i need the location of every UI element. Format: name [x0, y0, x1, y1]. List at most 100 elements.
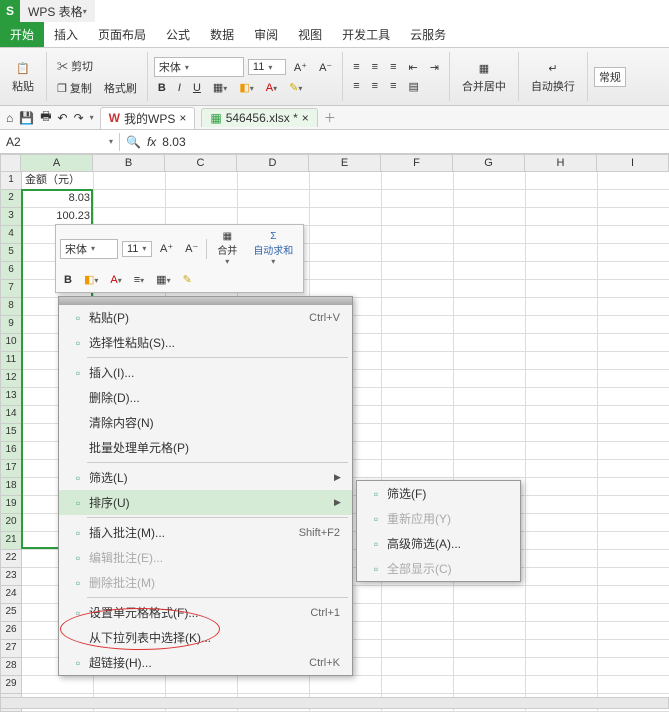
app-caret-icon[interactable]: ▾ — [83, 7, 87, 16]
cell-G25[interactable] — [454, 604, 526, 622]
new-tab-button[interactable]: ＋ — [324, 109, 336, 126]
cell-A29[interactable] — [22, 676, 94, 694]
row-header-21[interactable]: 21 — [0, 532, 22, 550]
col-header-B[interactable]: B — [93, 154, 165, 172]
tab-data[interactable]: 数据 — [200, 22, 244, 47]
tab-review[interactable]: 审阅 — [244, 22, 288, 47]
align-right-button[interactable]: ≡ — [386, 78, 400, 94]
cell-F15[interactable] — [382, 424, 454, 442]
cell-G4[interactable] — [454, 226, 526, 244]
cell-F12[interactable] — [382, 370, 454, 388]
name-box-caret-icon[interactable]: ▾ — [109, 137, 113, 146]
cell-I29[interactable] — [598, 676, 669, 694]
row-header-11[interactable]: 11 — [0, 352, 22, 370]
align-center-button[interactable]: ≡ — [368, 78, 382, 94]
cell-G1[interactable] — [454, 172, 526, 190]
cut-button[interactable]: ✂ 剪切 — [53, 56, 97, 76]
mini-merge-button[interactable]: ▦合并▾ — [211, 229, 243, 268]
mini-font-size[interactable]: 11▾ — [122, 241, 152, 257]
cell-I26[interactable] — [598, 622, 669, 640]
cell-G17[interactable] — [454, 460, 526, 478]
fx-search-icon[interactable]: 🔍 — [126, 135, 141, 149]
cell-H9[interactable] — [526, 316, 598, 334]
cell-C29[interactable] — [166, 676, 238, 694]
row-header-4[interactable]: 4 — [0, 226, 22, 244]
cell-G13[interactable] — [454, 388, 526, 406]
cell-F28[interactable] — [382, 658, 454, 676]
cell-G15[interactable] — [454, 424, 526, 442]
cell-F16[interactable] — [382, 442, 454, 460]
cell-I12[interactable] — [598, 370, 669, 388]
row-header-2[interactable]: 2 — [0, 190, 22, 208]
cell-H29[interactable] — [526, 676, 598, 694]
select-all-corner[interactable] — [0, 154, 21, 172]
cell-I10[interactable] — [598, 334, 669, 352]
qat-caret-icon[interactable]: ▾ — [90, 113, 94, 122]
close-tab-icon[interactable]: × — [302, 111, 309, 125]
merge-center-button[interactable]: ▦ 合并居中 — [456, 58, 512, 96]
cell-E1[interactable] — [310, 172, 382, 190]
cell-F7[interactable] — [382, 280, 454, 298]
col-header-F[interactable]: F — [381, 154, 453, 172]
cell-H3[interactable] — [526, 208, 598, 226]
row-header-28[interactable]: 28 — [0, 658, 22, 676]
row-header-9[interactable]: 9 — [0, 316, 22, 334]
cell-I5[interactable] — [598, 244, 669, 262]
cell-I11[interactable] — [598, 352, 669, 370]
cell-H15[interactable] — [526, 424, 598, 442]
cell-G12[interactable] — [454, 370, 526, 388]
cell-H13[interactable] — [526, 388, 598, 406]
submenu-item[interactable]: ▫高级筛选(A)... — [357, 531, 520, 556]
col-header-D[interactable]: D — [237, 154, 309, 172]
cell-H7[interactable] — [526, 280, 598, 298]
align-bottom-button[interactable]: ≡ — [386, 59, 400, 75]
cell-H20[interactable] — [526, 514, 598, 532]
cell-H27[interactable] — [526, 640, 598, 658]
mini-format-painter[interactable]: ✎ — [179, 271, 196, 288]
cell-G9[interactable] — [454, 316, 526, 334]
cell-I8[interactable] — [598, 298, 669, 316]
cell-F1[interactable] — [382, 172, 454, 190]
tab-start[interactable]: 开始 — [0, 22, 44, 47]
cell-B2[interactable] — [94, 190, 166, 208]
cell-I9[interactable] — [598, 316, 669, 334]
cell-H11[interactable] — [526, 352, 598, 370]
cell-G26[interactable] — [454, 622, 526, 640]
menu-drag-handle[interactable] — [59, 297, 352, 305]
row-header-29[interactable]: 29 — [0, 676, 22, 694]
cell-I6[interactable] — [598, 262, 669, 280]
col-header-H[interactable]: H — [525, 154, 597, 172]
cell-D1[interactable] — [238, 172, 310, 190]
cell-I16[interactable] — [598, 442, 669, 460]
save-icon[interactable]: 💾 — [19, 111, 34, 125]
cell-G3[interactable] — [454, 208, 526, 226]
cell-H14[interactable] — [526, 406, 598, 424]
name-box[interactable]: A2 ▾ — [0, 133, 120, 151]
cell-D2[interactable] — [238, 190, 310, 208]
cell-F13[interactable] — [382, 388, 454, 406]
cell-F3[interactable] — [382, 208, 454, 226]
print-icon[interactable]: 🖶 — [40, 107, 51, 128]
cell-G8[interactable] — [454, 298, 526, 316]
highlight-button[interactable]: ✎▾ — [285, 79, 306, 96]
align-middle-button[interactable]: ≡ — [368, 59, 382, 75]
cell-H24[interactable] — [526, 586, 598, 604]
cell-G16[interactable] — [454, 442, 526, 460]
cell-I27[interactable] — [598, 640, 669, 658]
tab-my-wps[interactable]: W 我的WPS × — [100, 107, 196, 129]
hscroll[interactable] — [0, 697, 669, 709]
cell-E3[interactable] — [310, 208, 382, 226]
col-header-I[interactable]: I — [597, 154, 669, 172]
cell-H23[interactable] — [526, 568, 598, 586]
cell-F2[interactable] — [382, 190, 454, 208]
increase-font-button[interactable]: A⁺ — [290, 59, 311, 76]
tab-layout[interactable]: 页面布局 — [88, 22, 156, 47]
format-painter-button[interactable]: 格式刷 — [100, 78, 141, 98]
menu-item[interactable]: ▫筛选(L)▶ — [59, 465, 352, 490]
row-header-23[interactable]: 23 — [0, 568, 22, 586]
cell-I24[interactable] — [598, 586, 669, 604]
cell-G28[interactable] — [454, 658, 526, 676]
align-top-button[interactable]: ≡ — [349, 59, 363, 75]
menu-item[interactable]: ▫插入(I)... — [59, 360, 352, 385]
cell-I18[interactable] — [598, 478, 669, 496]
